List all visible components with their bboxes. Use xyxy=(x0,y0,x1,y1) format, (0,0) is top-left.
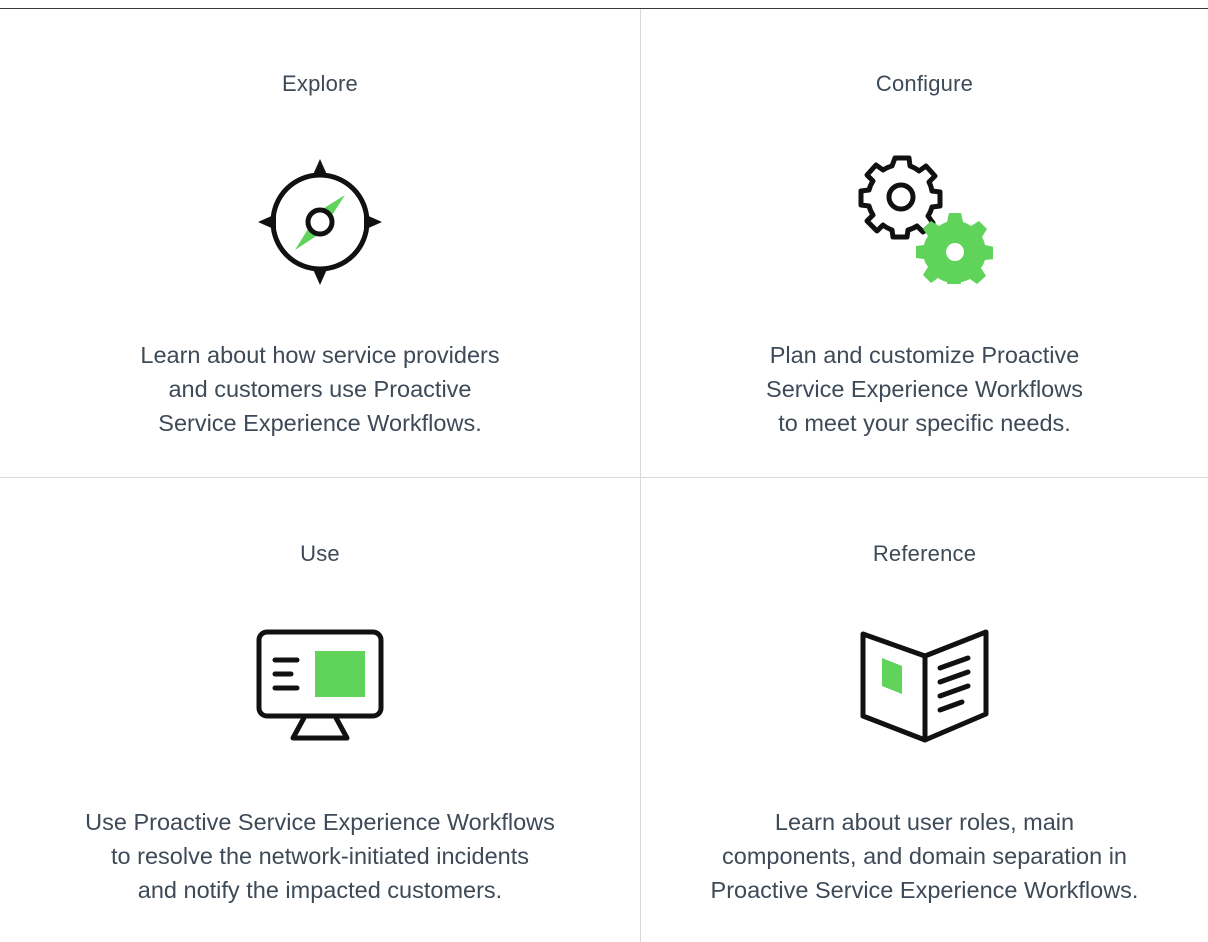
description-line: Proactive Service Experience Workflows. xyxy=(710,877,1139,903)
description-line: Learn about how service providers xyxy=(140,342,500,368)
description-line: components, and domain separation in xyxy=(722,843,1127,869)
card-title: Configure xyxy=(875,71,974,96)
description-line: Learn about user roles, main xyxy=(774,809,1075,835)
monitor-icon xyxy=(255,628,385,744)
card-description: Learn about user roles, main components,… xyxy=(641,805,1208,907)
card-description: Learn about how service providers and cu… xyxy=(0,338,640,440)
card-use[interactable]: Use Use Proactive Service Experience Wor… xyxy=(0,478,640,942)
description-line: to resolve the network-initiated inciden… xyxy=(111,843,529,869)
card-configure[interactable]: Configure Plan and customize Proactive S… xyxy=(641,9,1208,477)
card-explore[interactable]: Explore Learn about how service provider… xyxy=(0,9,640,477)
description-line: Service Experience Workflows xyxy=(766,376,1083,402)
description-line: and customers use Proactive xyxy=(168,376,472,402)
card-title: Explore xyxy=(282,71,358,96)
gears-icon xyxy=(857,152,994,291)
description-line: Service Experience Workflows. xyxy=(158,410,482,436)
card-description: Use Proactive Service Experience Workflo… xyxy=(0,805,640,907)
description-line: Plan and customize Proactive xyxy=(769,342,1080,368)
description-line: and notify the impacted customers. xyxy=(137,877,503,903)
description-line: to meet your specific needs. xyxy=(778,410,1071,436)
card-title: Use xyxy=(300,541,340,566)
open-book-icon xyxy=(858,628,992,744)
compass-icon xyxy=(255,157,385,289)
card-reference[interactable]: Reference Learn about user roles, main c… xyxy=(641,478,1208,942)
card-title: Reference xyxy=(872,541,977,566)
landing-card-grid: Explore Learn about how service provider… xyxy=(0,0,1208,942)
description-line: Use Proactive Service Experience Workflo… xyxy=(85,809,555,835)
card-description: Plan and customize Proactive Service Exp… xyxy=(641,338,1208,440)
